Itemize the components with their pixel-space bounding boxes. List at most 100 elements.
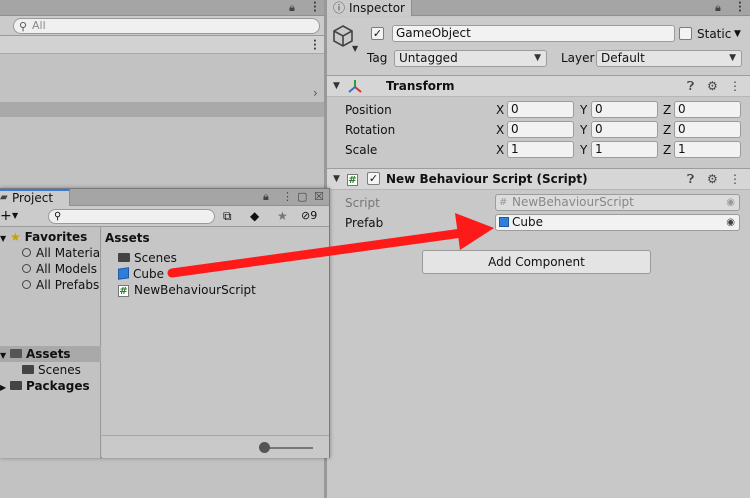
- script-component-title: New Behaviour Script (Script): [386, 172, 588, 186]
- chevron-down-icon[interactable]: ▼: [12, 208, 18, 224]
- foldout-arrow-icon[interactable]: ▼: [0, 351, 6, 360]
- gameobject-active-checkbox[interactable]: ✓: [371, 27, 384, 40]
- tree-packages-label: Packages: [25, 379, 90, 393]
- gameobject-header: ▼ ✓ GameObject Static ▼ Tag Untagged ▼ L…: [327, 17, 750, 75]
- csharp-script-icon: #: [118, 285, 129, 297]
- more-options-icon[interactable]: ⋮: [729, 169, 741, 189]
- project-assets-pane: Assets Scenes Cube # NewBehaviourScript: [102, 227, 329, 458]
- more-options-icon[interactable]: ⋮: [729, 76, 741, 96]
- script-object-field: # NewBehaviourScript ◉: [495, 194, 740, 211]
- help-icon[interactable]: ❓︎: [687, 169, 694, 189]
- asset-item-scenes[interactable]: Scenes: [118, 250, 177, 266]
- tab-project-label: Project: [12, 191, 54, 205]
- foldout-arrow-icon[interactable]: ▼: [333, 169, 340, 189]
- axis-x-label: X: [496, 103, 505, 117]
- icon-dropdown-arrow-icon[interactable]: ▼: [352, 44, 358, 53]
- asset-item-script[interactable]: # NewBehaviourScript: [118, 282, 256, 298]
- tree-favorite-item[interactable]: All Models: [22, 261, 97, 277]
- icon-size-slider-handle[interactable]: [259, 442, 270, 453]
- project-tab-bar: ▰ Project 🔒︎ ⋮ ▢ ☒: [0, 189, 329, 206]
- lock-icon[interactable]: 🔒︎: [263, 189, 269, 205]
- rotation-y-field[interactable]: 0: [591, 121, 658, 138]
- axis-z-label: Z: [663, 143, 672, 157]
- hierarchy-tab-bar: 🔒︎ · · ·: [0, 0, 325, 17]
- tree-scenes[interactable]: Scenes: [22, 362, 81, 378]
- hidden-packages-count: 9: [310, 209, 318, 222]
- hierarchy-selected-row[interactable]: [0, 102, 325, 117]
- prefab-value: Cube: [512, 215, 543, 229]
- help-icon[interactable]: ❓︎: [687, 76, 694, 96]
- filter-by-type-icon[interactable]: ⧉: [223, 208, 232, 224]
- maximize-icon[interactable]: ▢: [297, 189, 307, 205]
- scale-label: Scale: [345, 143, 378, 157]
- position-x-field[interactable]: 0: [507, 101, 574, 118]
- inspector-panel: ⓘ Inspector 🔒︎ · · · ▼ ✓ GameObject Static…: [327, 0, 750, 498]
- scale-z-field[interactable]: 1: [674, 141, 741, 158]
- axis-x-label: X: [496, 123, 505, 137]
- assets-breadcrumb[interactable]: Assets: [105, 230, 150, 246]
- asset-item-label: Scenes: [134, 251, 177, 265]
- chevron-right-icon[interactable]: ›: [313, 86, 318, 100]
- rotation-x-field[interactable]: 0: [507, 121, 574, 138]
- tree-packages[interactable]: ▶ Packages: [0, 378, 90, 396]
- lock-icon[interactable]: 🔒︎: [715, 0, 721, 16]
- close-icon[interactable]: ☒: [314, 189, 324, 205]
- asset-item-label: NewBehaviourScript: [134, 283, 256, 297]
- csharp-script-icon: #: [499, 197, 508, 208]
- filter-by-label-icon[interactable]: ◆: [250, 208, 259, 224]
- position-z-field[interactable]: 0: [674, 101, 741, 118]
- presets-icon[interactable]: ⚙︎: [707, 169, 718, 189]
- more-options-icon[interactable]: · · ·: [738, 0, 742, 17]
- tag-dropdown[interactable]: Untagged ▼: [394, 50, 547, 67]
- axis-y-label: Y: [580, 123, 588, 137]
- prefab-object-field[interactable]: Cube ◉: [495, 214, 740, 231]
- inspector-tab-bar: ⓘ Inspector 🔒︎ · · ·: [327, 0, 750, 17]
- add-icon[interactable]: +: [0, 208, 12, 224]
- more-options-icon[interactable]: ⋮: [282, 189, 293, 205]
- icon-size-slider-track[interactable]: [265, 447, 313, 449]
- tree-favorite-item[interactable]: All Prefabs: [22, 277, 99, 293]
- project-toolbar: + ▼ ⚲ ⧉ ◆ ★ ⊘9: [0, 206, 329, 227]
- position-label: Position: [345, 103, 392, 117]
- tab-inspector[interactable]: ⓘ Inspector: [327, 0, 412, 16]
- search-icon: [22, 264, 31, 273]
- add-component-button[interactable]: Add Component: [422, 250, 651, 274]
- favorite-star-icon[interactable]: ★: [277, 208, 288, 224]
- position-y-field[interactable]: 0: [591, 101, 658, 118]
- scene-menu-icon[interactable]: · · ·: [313, 37, 317, 55]
- tag-label: Tag: [367, 51, 388, 65]
- rotation-label: Rotation: [345, 123, 396, 137]
- folder-icon: [22, 365, 34, 374]
- script-component-header[interactable]: ▼ # ✓ New Behaviour Script (Script) ❓︎ ⚙…: [327, 168, 750, 190]
- hierarchy-search-input[interactable]: ⚲ All: [13, 18, 320, 34]
- static-label: Static: [697, 27, 732, 41]
- presets-icon[interactable]: ⚙︎: [707, 76, 718, 96]
- scale-x-field[interactable]: 1: [507, 141, 574, 158]
- tab-project[interactable]: ▰ Project: [0, 189, 70, 206]
- scale-y-field[interactable]: 1: [591, 141, 658, 158]
- layer-dropdown[interactable]: Default ▼: [596, 50, 742, 67]
- script-enabled-checkbox[interactable]: ✓: [367, 172, 380, 185]
- gameobject-cube-icon: [333, 25, 353, 47]
- tree-favorite-item[interactable]: All Materia: [22, 245, 100, 261]
- lock-icon[interactable]: 🔒︎: [289, 0, 295, 16]
- tag-value: Untagged: [399, 51, 458, 65]
- hidden-packages-icon[interactable]: ⊘9: [301, 208, 317, 224]
- project-search-input[interactable]: ⚲: [48, 209, 215, 224]
- object-picker-icon[interactable]: ◉: [726, 215, 735, 230]
- foldout-arrow-icon[interactable]: ▼: [0, 234, 6, 243]
- rotation-z-field[interactable]: 0: [674, 121, 741, 138]
- transform-header[interactable]: ▼ Transform ❓︎ ⚙︎ ⋮: [327, 75, 750, 97]
- gameobject-name-field[interactable]: GameObject: [392, 25, 675, 42]
- foldout-arrow-icon[interactable]: ▼: [333, 76, 340, 96]
- transform-title: Transform: [386, 79, 455, 93]
- asset-item-cube[interactable]: Cube: [118, 266, 164, 282]
- chevron-down-icon: ▼: [729, 53, 736, 63]
- script-component-body: Script # NewBehaviourScript ◉ Prefab Cub…: [327, 190, 750, 240]
- static-checkbox[interactable]: [679, 27, 692, 40]
- static-dropdown-arrow-icon[interactable]: ▼: [734, 26, 741, 42]
- layer-label: Layer: [561, 51, 595, 65]
- more-options-icon[interactable]: · · ·: [313, 0, 317, 17]
- folder-open-icon: [9, 349, 22, 358]
- foldout-arrow-icon[interactable]: ▶: [0, 383, 6, 392]
